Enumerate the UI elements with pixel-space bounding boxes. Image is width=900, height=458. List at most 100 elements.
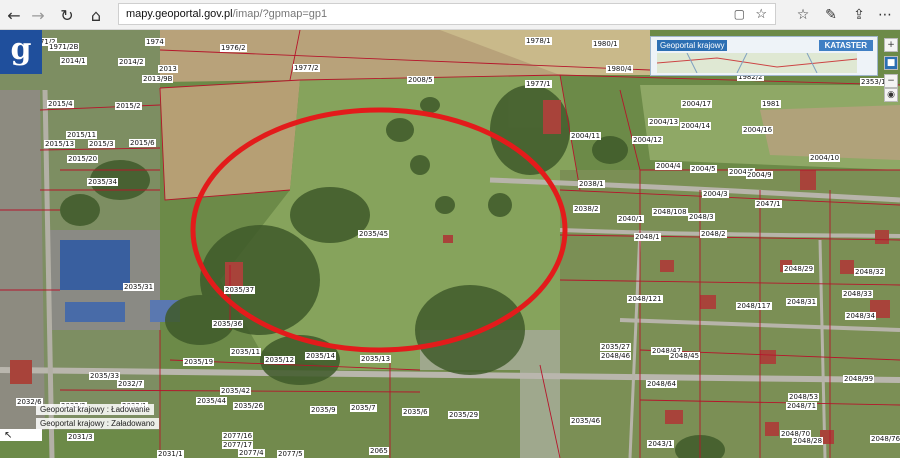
parcel-label: 2035/42: [220, 387, 252, 395]
parcel-label: 2035/37: [224, 286, 256, 294]
parcel-label: 2048/76: [870, 435, 900, 443]
parcel-label: 2048/2: [700, 230, 727, 238]
parcel-label: 2013/9B: [142, 75, 174, 83]
refresh-icon[interactable]: ↻: [56, 4, 78, 26]
map-imagery: [0, 30, 900, 458]
favorite-star-icon[interactable]: ☆: [755, 4, 767, 24]
parcel-label: 2004/11: [570, 132, 602, 140]
parcel-label: 2004/14: [680, 122, 712, 130]
parcel-label: 2048/121: [627, 295, 663, 303]
geoportal-banner[interactable]: Geoportal krajowy KATASTER: [650, 36, 878, 76]
banner-title: Geoportal krajowy: [657, 40, 728, 51]
parcel-label: 1977/2: [293, 64, 320, 72]
back-arrow-icon[interactable]: ←: [3, 4, 25, 26]
forward-arrow-icon[interactable]: →: [27, 4, 49, 26]
eye-icon[interactable]: ◉: [884, 88, 898, 102]
parcel-label: 2048/33: [842, 290, 874, 298]
parcel-label: 1971/2B: [48, 43, 80, 51]
parcel-label: 2048/28: [792, 437, 824, 445]
parcel-label: 2043/1: [647, 440, 674, 448]
status-line1-suffix: Ładowanie: [111, 405, 150, 414]
parcel-label: 2035/45: [358, 230, 390, 238]
parcel-label: 2032/7: [117, 380, 144, 388]
cursor-icon: ↖: [4, 430, 13, 441]
parcel-label: 2048/34: [845, 312, 877, 320]
parcel-label: 2048/1: [634, 233, 661, 241]
url-domain: mapy.geoportal.gov.pl: [126, 8, 233, 20]
parcel-label: 2038/2: [573, 205, 600, 213]
parcel-label: 2035/11: [230, 348, 262, 356]
parcel-label: 2035/27: [600, 343, 632, 351]
parcel-label: 2035/33: [89, 372, 121, 380]
parcel-label: 2048/3: [688, 213, 715, 221]
parcel-label: 1976/2: [220, 44, 247, 52]
parcel-label: 2004/5: [690, 165, 717, 173]
parcel-label: 1974: [145, 38, 165, 46]
parcel-label: 2035/31: [123, 283, 155, 291]
parcel-label: 2048/64: [646, 380, 678, 388]
browser-toolbar: ← → ↻ ⌂ mapy.geoportal.gov.pl/imap/?gpma…: [0, 0, 900, 30]
parcel-label: 2014/1: [60, 57, 87, 65]
parcel-label: 2004/3: [702, 190, 729, 198]
zoom-in-button[interactable]: +: [884, 38, 898, 52]
parcel-label: 2008/5: [407, 76, 434, 84]
geoportal-logo[interactable]: g: [0, 30, 42, 74]
parcel-label: 2048/29: [783, 265, 815, 273]
parcel-label: 2004/16: [742, 126, 774, 134]
url-path: /imap/?gpmap=gp1: [232, 8, 328, 20]
parcel-label: 2015/2: [115, 102, 142, 110]
parcel-label: 2015/20: [67, 155, 99, 163]
parcel-label: 2035/13: [360, 355, 392, 363]
parcel-label: 2048/71: [786, 402, 818, 410]
zoom-out-button[interactable]: −: [884, 74, 898, 88]
parcel-label: 2035/19: [183, 358, 215, 366]
parcel-label: 2031/1: [157, 450, 184, 458]
status-line2-suffix: Załadowano: [111, 419, 155, 428]
favorites-list-icon[interactable]: ☆: [792, 4, 814, 26]
parcel-label: 2004/4: [655, 162, 682, 170]
parcel-label: 2015/6: [129, 139, 156, 147]
banner-map-thumbnail: [657, 53, 857, 73]
layer-button[interactable]: ■: [884, 56, 898, 70]
parcel-label: 2013: [158, 65, 178, 73]
status-panel: Geoportal krajowy : Ładowanie Geoportal …: [0, 402, 250, 442]
parcel-label: 1977/1: [525, 80, 552, 88]
parcel-label: 2035/34: [87, 178, 119, 186]
parcel-label: 2035/12: [264, 356, 296, 364]
home-icon[interactable]: ⌂: [85, 4, 107, 26]
parcel-label: 2077/4: [238, 449, 265, 457]
more-icon[interactable]: ⋯: [874, 4, 896, 26]
share-icon[interactable]: ⇪: [848, 4, 870, 26]
parcel-label: 2015/13: [44, 140, 76, 148]
parcel-label: 2035/6: [402, 408, 429, 416]
parcel-label: 2353/1: [860, 78, 887, 86]
parcel-label: 2048/31: [786, 298, 818, 306]
address-bar[interactable]: mapy.geoportal.gov.pl/imap/?gpmap=gp1 ▢ …: [118, 3, 776, 25]
parcel-label: 2047/1: [755, 200, 782, 208]
parcel-label: 2015/4: [47, 100, 74, 108]
parcel-label: 2004/9: [746, 171, 773, 179]
parcel-label: 1980/1: [592, 40, 619, 48]
parcel-label: 2015/3: [88, 140, 115, 148]
parcel-label: 2015/11: [66, 131, 98, 139]
parcel-label: 2004/13: [648, 118, 680, 126]
parcel-label: 1981: [761, 100, 781, 108]
parcel-label: 2048/53: [788, 393, 820, 401]
parcel-label: 2048/108: [652, 208, 688, 216]
parcel-label: 2035/14: [305, 352, 337, 360]
parcel-label: 1980/4: [606, 65, 633, 73]
parcel-label: 2035/7: [350, 404, 377, 412]
parcel-label: 2004/12: [632, 136, 664, 144]
reading-view-icon[interactable]: ▢: [734, 4, 745, 24]
parcel-label: 2035/36: [212, 320, 244, 328]
parcel-label: 2004/10: [809, 154, 841, 162]
parcel-label: 2035/29: [448, 411, 480, 419]
map-canvas[interactable]: 1971/2 1971/2B 1974 1976/2 2014/1 2014/2 2013 2…: [0, 30, 900, 458]
parcel-label: 2048/32: [854, 268, 886, 276]
parcel-label: 2077/17: [222, 441, 254, 449]
status-line1-prefix: Geoportal krajowy: [40, 405, 105, 414]
parcel-label: 2035/9: [310, 406, 337, 414]
parcel-label: 2048/99: [843, 375, 875, 383]
pen-icon[interactable]: ✎: [820, 4, 842, 26]
status-line2-prefix: Geoportal krajowy: [40, 419, 105, 428]
